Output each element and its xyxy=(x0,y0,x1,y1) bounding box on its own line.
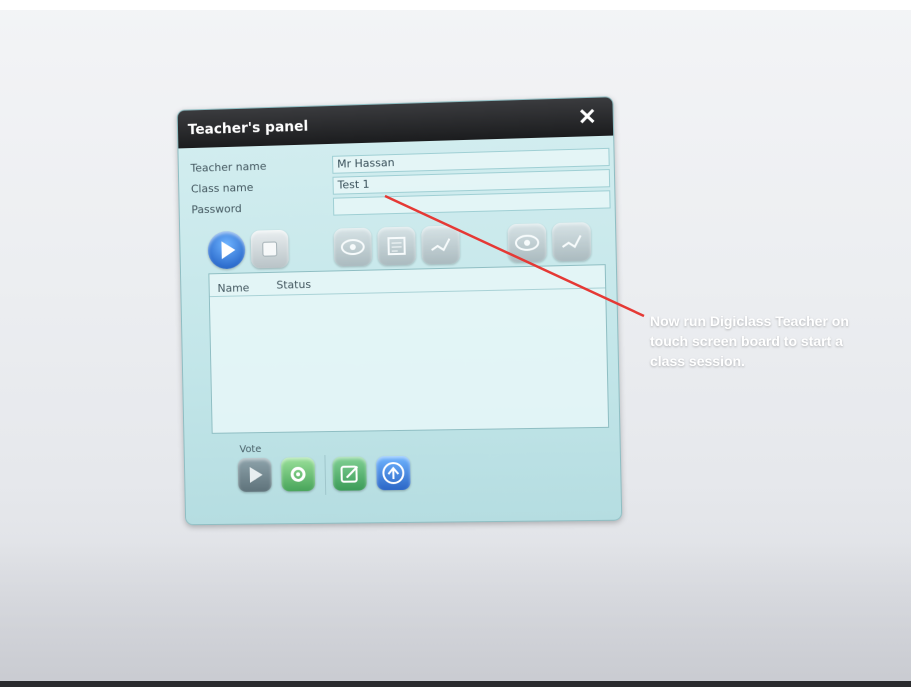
annotation-text: Now run Digiclass Teacher on touch scree… xyxy=(650,313,849,369)
monitor-bezel-bottom xyxy=(0,681,911,687)
